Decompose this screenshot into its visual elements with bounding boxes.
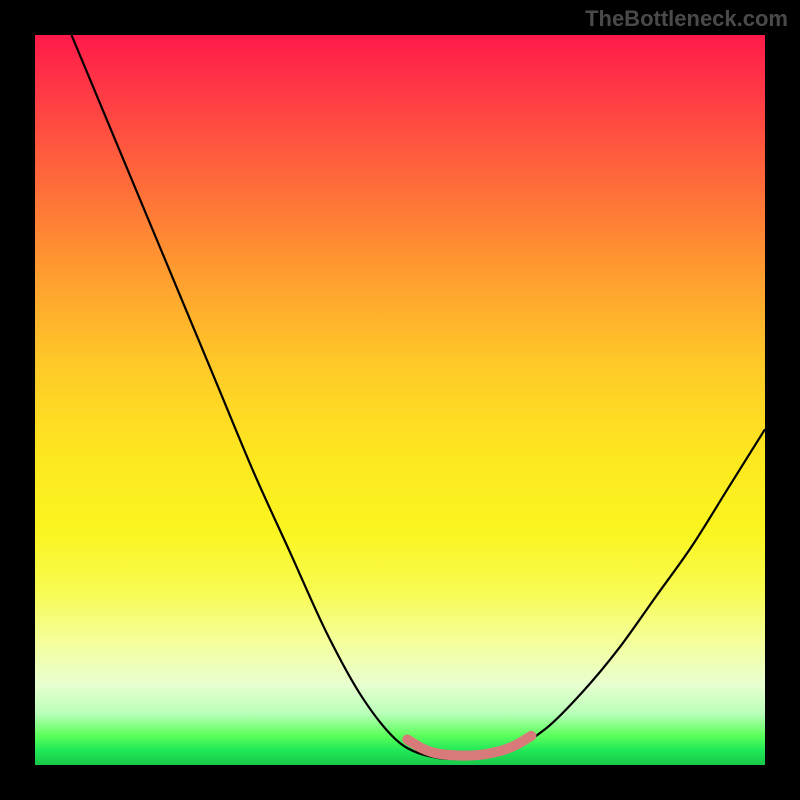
chart-plot-area	[35, 35, 765, 765]
bottleneck-curve-line	[72, 35, 766, 759]
watermark-text: TheBottleneck.com	[585, 6, 788, 32]
chart-svg	[35, 35, 765, 765]
optimal-zone-marker-line	[407, 736, 531, 756]
